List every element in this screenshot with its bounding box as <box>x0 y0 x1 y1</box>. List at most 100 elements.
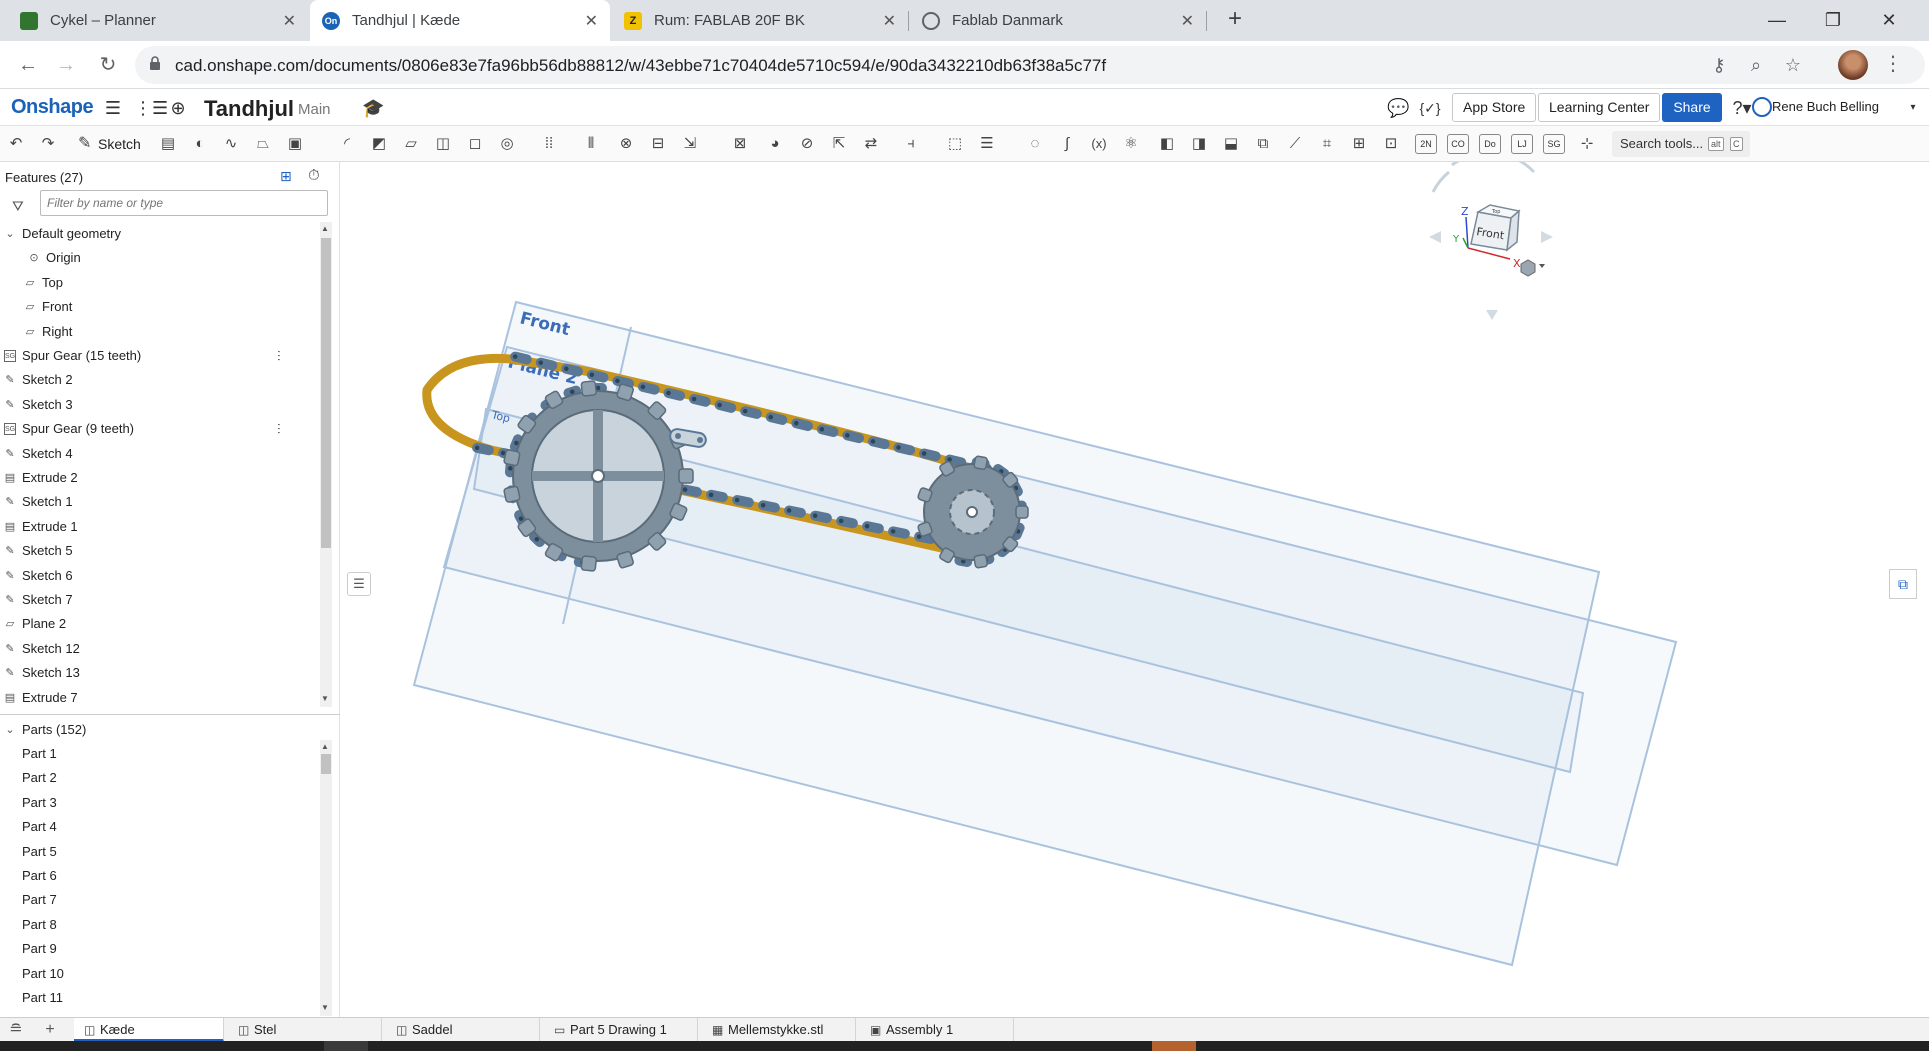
feature-row[interactable]: ▱ Front <box>0 295 320 319</box>
part-row[interactable]: Part 10 <box>0 962 320 986</box>
minimize-icon[interactable]: — <box>1749 0 1805 41</box>
variable-icon[interactable]: (x) <box>1088 134 1110 154</box>
close-icon[interactable]: ✕ <box>883 11 896 31</box>
comments-icon[interactable]: 💬 <box>1387 97 1409 119</box>
orbit-arc[interactable] <box>1431 170 1450 193</box>
scroll-down-icon[interactable]: ▼ <box>321 694 329 703</box>
fill-icon[interactable]: ◨ <box>1188 134 1210 154</box>
part-row[interactable]: Part 2 <box>0 766 320 790</box>
surface-icon[interactable]: ◧ <box>1156 134 1178 154</box>
delete-face-icon[interactable]: ⊘ <box>796 134 818 154</box>
orbit-arc[interactable] <box>1451 162 1536 174</box>
new-tab-button[interactable]: + <box>1221 6 1249 34</box>
sketch-button[interactable]: Sketch <box>76 132 141 156</box>
part-row[interactable]: Part 3 <box>0 791 320 815</box>
part-row[interactable]: Part 11 <box>0 986 320 1010</box>
custom-features-icon[interactable]: {✓} <box>1419 97 1441 119</box>
browser-profile-avatar[interactable] <box>1838 50 1868 80</box>
restore-icon[interactable]: ❐ <box>1805 0 1861 41</box>
scroll-up-icon[interactable]: ▲ <box>321 742 329 751</box>
browser-tab-fablab-room[interactable]: Z Rum: FABLAB 20F BK ✕ <box>612 0 908 41</box>
parts-scrollbar[interactable]: ▲ ▼ <box>320 740 332 1016</box>
custom-tool-co[interactable]: CO <box>1447 134 1469 154</box>
feature-row[interactable]: ⊙ Origin <box>0 246 320 270</box>
move-face-icon[interactable]: ⇱ <box>828 134 850 154</box>
feature-row[interactable]: ▤ Extrude 2 <box>0 466 320 490</box>
feature-row[interactable]: ▱ Plane 2 <box>0 612 320 636</box>
document-tab[interactable]: ▦ Mellemstykke.stl <box>702 1018 856 1042</box>
zoom-icon[interactable]: ⌕ <box>1743 52 1769 78</box>
feature-menu-icon[interactable]: ⫶ <box>277 417 281 441</box>
custom-tool-2n[interactable]: 2N <box>1415 134 1437 154</box>
scroll-down-icon[interactable]: ▼ <box>321 1003 329 1012</box>
part-row[interactable]: Part 7 <box>0 888 320 912</box>
part-row[interactable]: Part 1 <box>0 742 320 766</box>
boundary-surface-icon[interactable]: ⬓ <box>1220 134 1242 154</box>
feature-row[interactable]: ▱ Top <box>0 271 320 295</box>
modify-fillet-icon[interactable]: ◕ <box>764 134 786 154</box>
feature-row[interactable]: ✎ Sketch 3 <box>0 393 320 417</box>
part-row[interactable]: Part 8 <box>0 913 320 937</box>
helix-icon[interactable]: ◌ <box>1024 134 1046 154</box>
redo-icon[interactable]: ↷ <box>37 134 59 154</box>
view-cube[interactable]: Front Top Z X Y <box>1429 162 1553 320</box>
feature-row[interactable]: ✎ Sketch 4 <box>0 442 320 466</box>
feature-row[interactable]: SG Spur Gear (9 teeth) ⫶ <box>0 417 320 441</box>
undo-icon[interactable]: ↶ <box>5 134 27 154</box>
rotate-left-arrow[interactable] <box>1429 231 1441 243</box>
document-tab[interactable]: ◫ Saddel <box>386 1018 540 1042</box>
mate-connector-icon[interactable]: ☰ <box>976 134 998 154</box>
transform-icon[interactable]: ⇲ <box>679 134 701 154</box>
scrollbar-thumb[interactable] <box>321 754 331 774</box>
back-icon[interactable]: ← <box>14 51 42 79</box>
feature-row[interactable]: ⌄ Default geometry <box>0 222 320 246</box>
model-scene[interactable]: Front Plane 2 Top Front Top Z X Y <box>341 162 1929 1017</box>
select-tool-icon[interactable]: ⊹ <box>1576 134 1598 154</box>
browser-tab-fablab-danmark[interactable]: Fablab Danmark ✕ <box>910 0 1206 41</box>
view-options-cube-icon[interactable] <box>1520 259 1545 277</box>
share-button[interactable]: Share <box>1662 93 1722 122</box>
3d-fit-spline-icon[interactable]: ∫ <box>1056 134 1078 154</box>
fillet-icon[interactable]: ◜ <box>336 134 358 154</box>
sweep-icon[interactable]: ∿ <box>220 134 242 154</box>
rollback-clock-icon[interactable]: ⏱ <box>308 167 320 184</box>
onshape-logo[interactable]: Onshape <box>11 96 94 119</box>
feature-menu-icon[interactable]: ⫶ <box>277 344 281 368</box>
extrude-icon[interactable]: ▤ <box>157 134 179 154</box>
browser-tab-planner[interactable]: Cykel – Planner ✕ <box>8 0 308 41</box>
tab-manager-icon[interactable]: ≘ <box>6 1020 26 1040</box>
feature-row[interactable]: ▤ Extrude 7 <box>0 686 320 710</box>
chevron-down-icon[interactable]: ▾ <box>1902 97 1924 119</box>
window-close-icon[interactable]: ✕ <box>1861 0 1917 41</box>
document-tab[interactable]: ◫ Stel <box>228 1018 382 1042</box>
gusset-icon[interactable]: ⊡ <box>1380 134 1402 154</box>
feature-row[interactable]: ✎ Sketch 13 <box>0 661 320 685</box>
key-icon[interactable]: ⚷ <box>1706 52 1732 78</box>
help-icon[interactable]: ?▾ <box>1731 97 1753 119</box>
part-row[interactable]: Part 4 <box>0 815 320 839</box>
close-icon[interactable]: ✕ <box>283 11 296 31</box>
feature-row[interactable]: ▤ Extrude 1 <box>0 515 320 539</box>
ruled-surface-icon[interactable]: ⟋ <box>1284 134 1306 154</box>
close-icon[interactable]: ✕ <box>1181 11 1194 31</box>
chevron-down-icon[interactable]: ⌄ <box>4 724 16 736</box>
feature-list-toggle-icon[interactable]: ☰ <box>347 572 371 596</box>
loft-icon[interactable]: ⏢ <box>252 134 274 154</box>
part-row[interactable]: Part 9 <box>0 937 320 961</box>
document-tab[interactable]: ▣ Assembly 1 <box>860 1018 1014 1042</box>
part-row[interactable]: Part 6 <box>0 864 320 888</box>
document-tab[interactable]: ◫ Kæde <box>74 1018 224 1042</box>
feature-row[interactable]: SG Spur Gear (15 teeth) ⫶ <box>0 344 320 368</box>
scroll-up-icon[interactable]: ▲ <box>321 224 329 233</box>
feature-row[interactable]: ✎ Sketch 2 <box>0 368 320 392</box>
split-icon[interactable]: ⊟ <box>647 134 669 154</box>
custom-tool-lj[interactable]: LJ <box>1511 134 1533 154</box>
hamburger-menu-icon[interactable]: ☰ <box>102 97 124 119</box>
add-folder-icon[interactable]: ⊞ <box>280 168 292 185</box>
user-name[interactable]: Rene Buch Belling <box>1772 99 1879 114</box>
feature-row[interactable]: ✎ Sketch 5 <box>0 539 320 563</box>
browser-tab-onshape[interactable]: On Tandhjul | Kæde ✕ <box>310 0 610 41</box>
sheet-metal-icon[interactable]: ⫞ <box>900 134 922 154</box>
document-tab[interactable]: ▭ Part 5 Drawing 1 <box>544 1018 698 1042</box>
composite-part-icon[interactable]: ⚛ <box>1120 134 1142 154</box>
